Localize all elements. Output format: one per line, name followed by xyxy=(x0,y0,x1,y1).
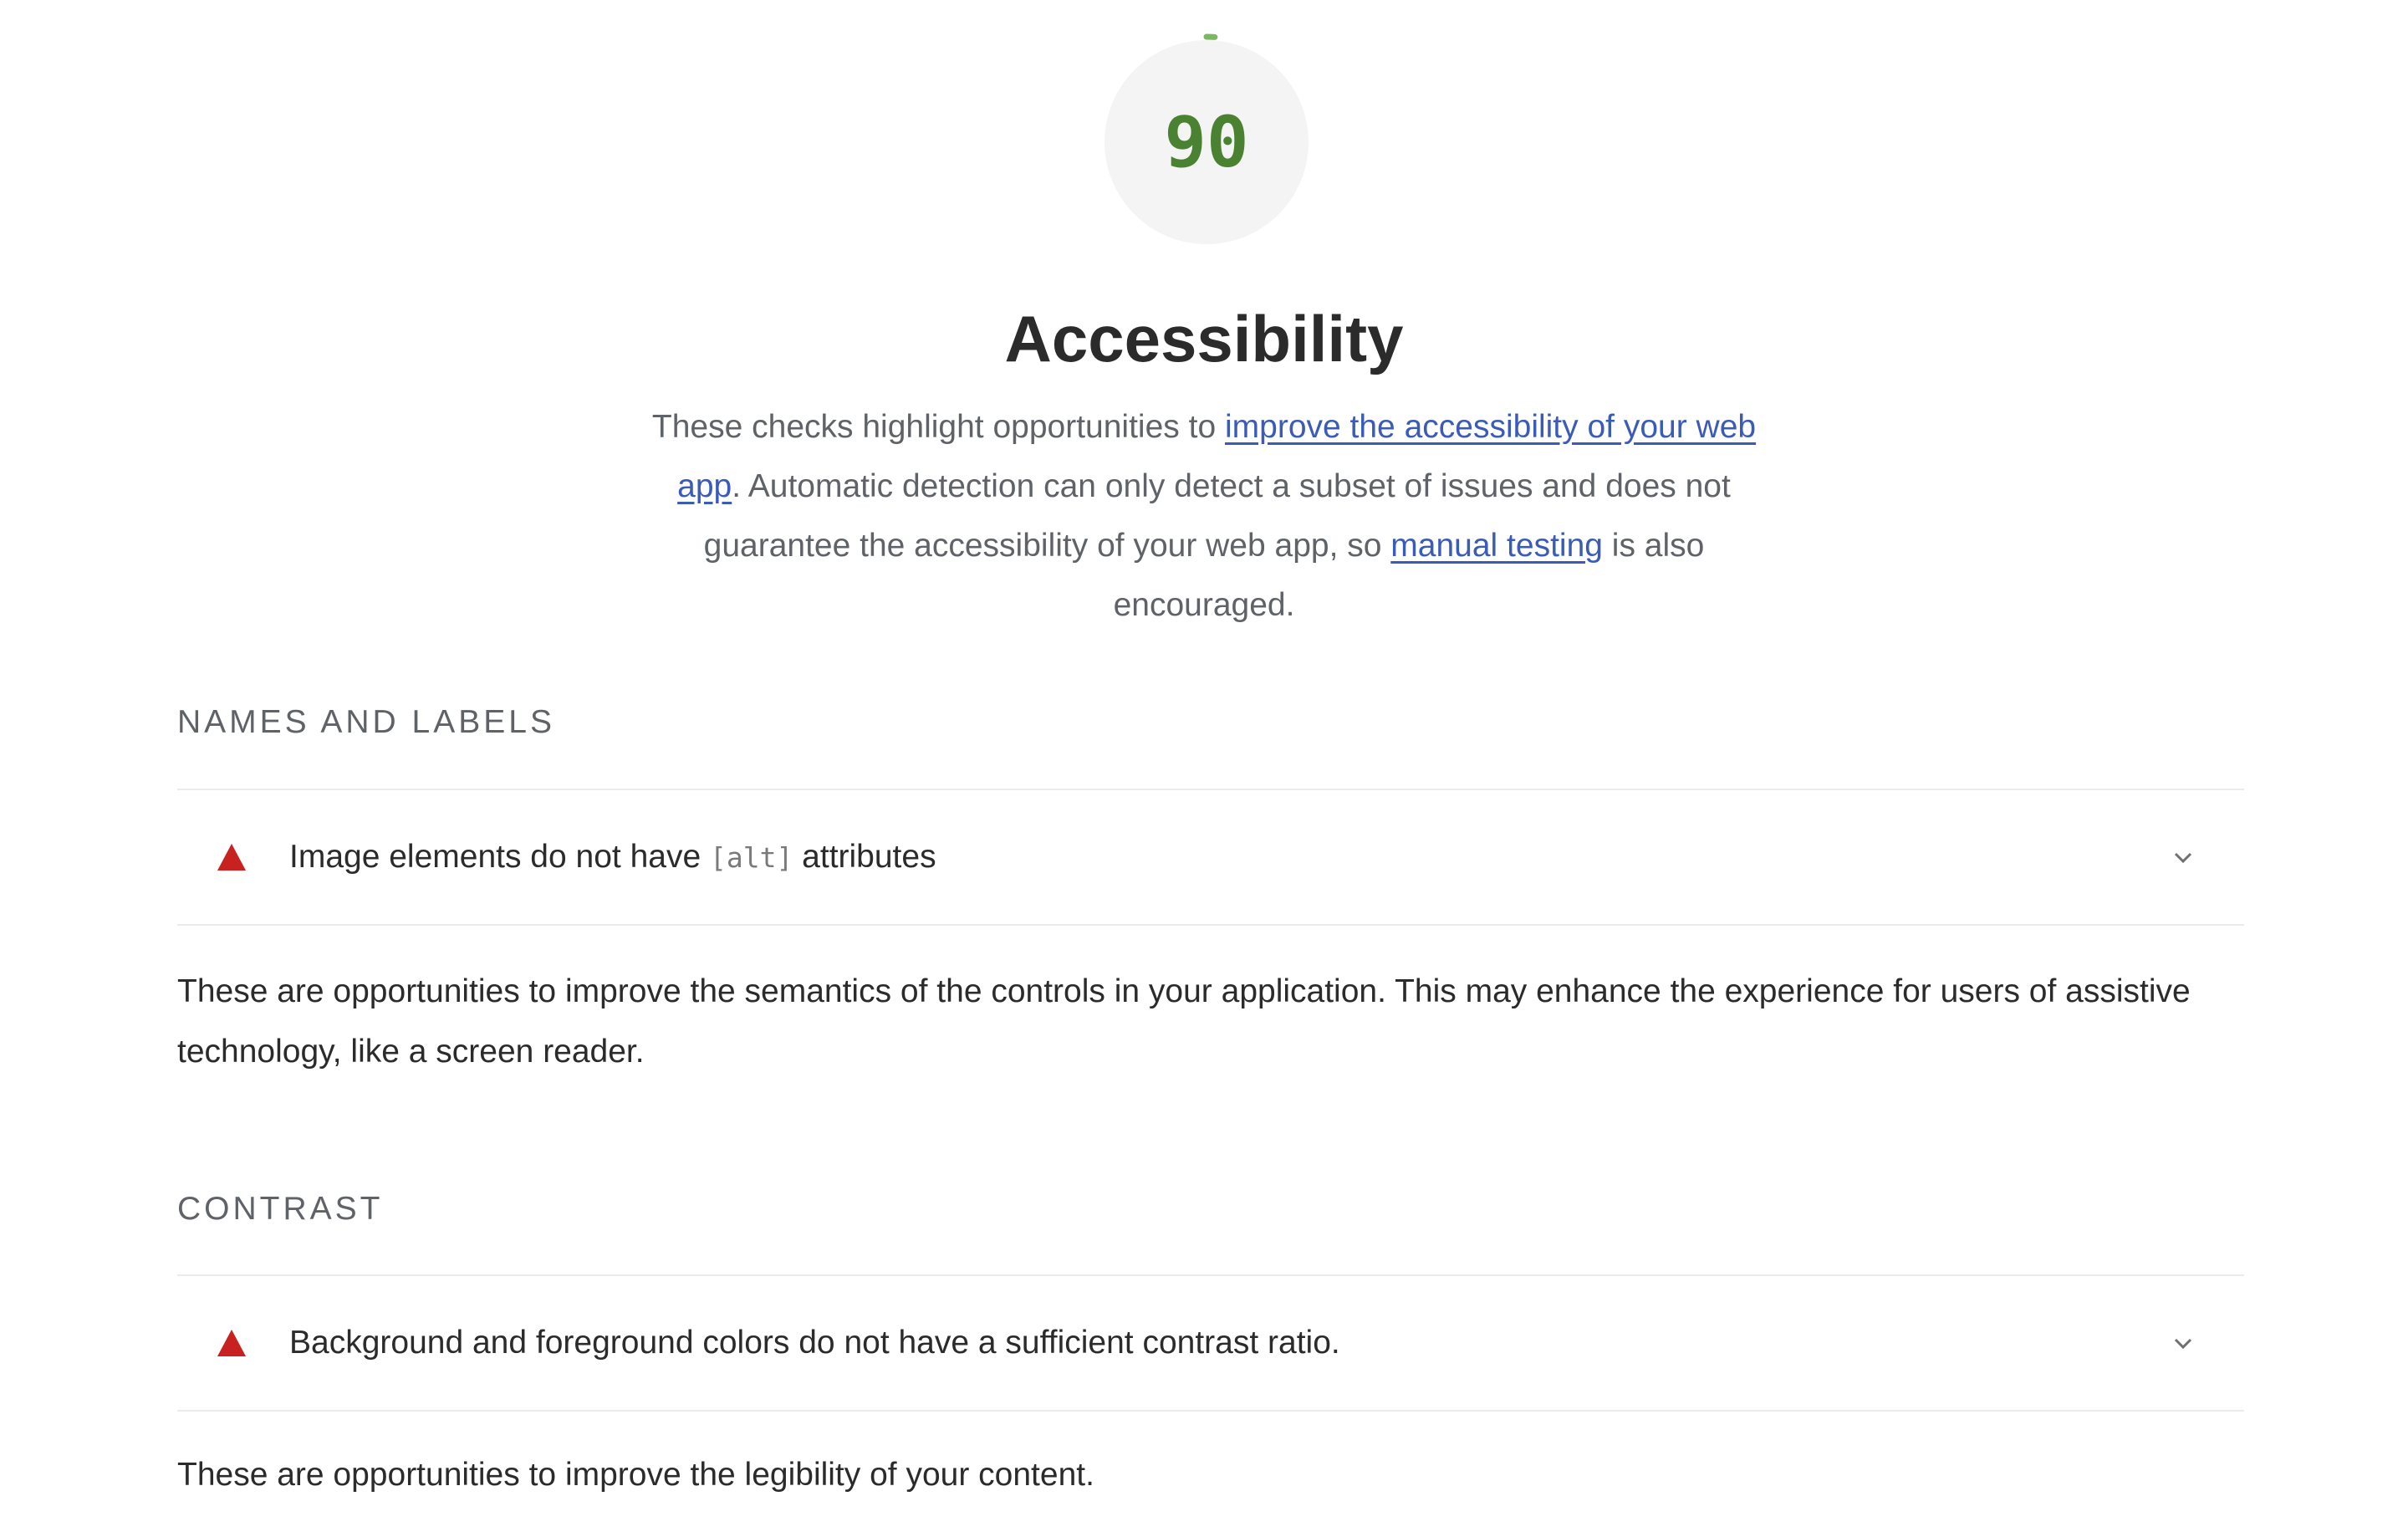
audit-code: [alt] xyxy=(709,841,793,874)
manual-testing-link[interactable]: manual testing xyxy=(1390,528,1603,564)
category-description: These checks highlight opportunities to … xyxy=(619,397,1789,635)
chevron-down-icon[interactable] xyxy=(2169,843,2197,871)
group-title-contrast: CONTRAST xyxy=(177,1191,384,1227)
score-value: 90 xyxy=(1164,101,1249,183)
description-text-1: These checks highlight opportunities to xyxy=(651,409,1225,445)
warning-triangle-icon xyxy=(216,1327,247,1359)
audit-image-alt[interactable]: Image elements do not have [alt] attribu… xyxy=(177,790,2244,924)
audit-title-text: Image elements do not have xyxy=(289,839,710,875)
chevron-down-icon[interactable] xyxy=(2169,1329,2197,1357)
group-description-names-and-labels: These are opportunities to improve the s… xyxy=(177,973,2191,1070)
group-title-names-and-labels: NAMES AND LABELS xyxy=(177,704,555,740)
category-title: Accessibility xyxy=(1004,302,1404,375)
audit-title-text-end: attributes xyxy=(793,839,936,875)
warning-triangle-icon xyxy=(216,841,247,873)
group-description-contrast: These are opportunities to improve the l… xyxy=(177,1457,1094,1493)
divider xyxy=(177,924,2244,926)
divider xyxy=(177,1410,2244,1412)
audit-color-contrast[interactable]: Background and foreground colors do not … xyxy=(177,1276,2244,1410)
score-gauge: 90 xyxy=(1098,33,1315,251)
audit-title: Image elements do not have [alt] attribu… xyxy=(289,839,936,876)
audit-title: Background and foreground colors do not … xyxy=(289,1325,1340,1361)
